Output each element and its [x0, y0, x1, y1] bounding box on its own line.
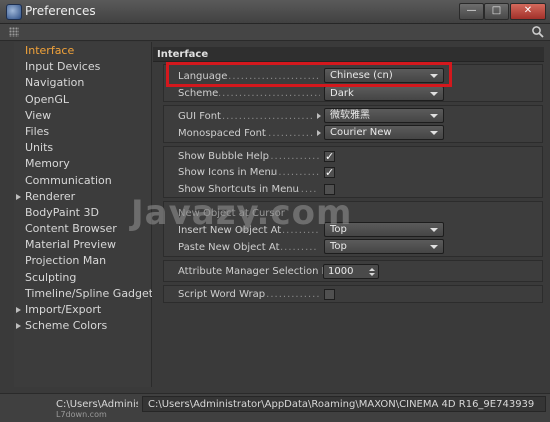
- sidebar-item-projection-man[interactable]: Projection Man: [14, 253, 151, 269]
- chevron-down-icon: [430, 228, 438, 232]
- gui-font-label: GUI Font: [178, 111, 221, 122]
- paste-new-object-value: Top: [330, 241, 347, 252]
- language-select[interactable]: Chinese (cn): [324, 68, 444, 83]
- show-icons-in-menu-checkbox[interactable]: ✓: [324, 167, 335, 178]
- show-bubble-help-checkbox[interactable]: ✓: [324, 151, 335, 162]
- leader-dots: ............: [264, 128, 314, 139]
- leader-dots: ........................: [224, 71, 320, 82]
- scheme-value: Dark: [330, 88, 354, 99]
- sidebar-item-timeline-spline-gadget[interactable]: Timeline/Spline Gadget: [14, 286, 153, 302]
- leader-dots: .......................: [222, 111, 314, 122]
- language-label: Language: [178, 71, 228, 82]
- leader-dots: ..........................: [218, 88, 320, 99]
- sidebar-item-opengl[interactable]: OpenGL: [14, 92, 151, 108]
- gui-font-value: 微软雅黑: [330, 110, 370, 121]
- sidebar-item-import-export[interactable]: Import/Export: [14, 302, 151, 318]
- chevron-down-icon: [430, 114, 438, 118]
- language-value: Chinese (cn): [330, 70, 393, 81]
- chevron-down-icon: [430, 131, 438, 135]
- chevron-down-icon: [430, 92, 438, 96]
- cinema4d-icon: [6, 4, 22, 20]
- sidebar-item-sculpting[interactable]: Sculpting: [14, 270, 151, 286]
- chevron-down-icon: [430, 74, 438, 78]
- paste-new-object-label: Paste New Object At: [178, 242, 280, 253]
- monospaced-font-select[interactable]: Courier New: [324, 125, 444, 140]
- search-icon[interactable]: [531, 25, 545, 39]
- expand-marker-icon[interactable]: [317, 130, 321, 136]
- sidebar-item-input-devices[interactable]: Input Devices: [14, 59, 151, 75]
- watermark: Javazy.com: [131, 193, 353, 233]
- monospaced-font-value: Courier New: [330, 127, 392, 138]
- maximize-button[interactable]: □: [484, 3, 509, 20]
- attribute-manager-selection-limit-label: Attribute Manager Selection Limit: [178, 266, 347, 277]
- leader-dots: .........: [280, 242, 318, 253]
- window-title: Preferences: [25, 4, 96, 18]
- preferences-path-field[interactable]: C:\Users\Administrator\AppData\Roaming\M…: [142, 396, 546, 412]
- scheme-label: Scheme: [178, 88, 219, 99]
- spin-up-icon[interactable]: [369, 268, 375, 271]
- paste-new-object-select[interactable]: Top: [324, 239, 444, 254]
- leader-dots: ............: [270, 167, 320, 178]
- script-word-wrap-checkbox[interactable]: [324, 289, 335, 300]
- close-button[interactable]: ✕: [510, 3, 546, 20]
- selection-limit-value: 1000: [328, 266, 354, 277]
- gui-font-select[interactable]: 微软雅黑: [324, 108, 444, 123]
- leader-dots: ..............: [262, 151, 320, 162]
- scheme-select[interactable]: Dark: [324, 86, 444, 101]
- sidebar-item-scheme-colors[interactable]: Scheme Colors: [14, 318, 151, 334]
- sidebar-item-material-preview[interactable]: Material Preview: [14, 237, 151, 253]
- leader-dots: ..............: [262, 289, 320, 300]
- script-word-wrap-label: Script Word Wrap: [178, 289, 266, 300]
- status-sub-watermark: L7down.com: [56, 410, 107, 419]
- attribute-manager-selection-limit-input[interactable]: 1000: [323, 264, 379, 279]
- chevron-down-icon: [430, 245, 438, 249]
- sidebar-item-navigation[interactable]: Navigation: [14, 75, 151, 91]
- sidebar-item-files[interactable]: Files: [14, 124, 151, 140]
- spin-down-icon[interactable]: [369, 273, 375, 276]
- sidebar-item-interface[interactable]: Interface: [14, 43, 151, 59]
- section-title: Interface: [153, 47, 544, 62]
- minimize-button[interactable]: —: [459, 3, 484, 20]
- grip-dots-icon[interactable]: [9, 27, 19, 37]
- toolbar: [0, 24, 550, 41]
- sidebar-item-memory[interactable]: Memory: [14, 156, 151, 172]
- sidebar-item-communication[interactable]: Communication: [14, 173, 151, 189]
- sidebar-item-view[interactable]: View: [14, 108, 151, 124]
- show-bubble-help-label: Show Bubble Help: [178, 151, 269, 162]
- sidebar-item-units[interactable]: Units: [14, 140, 151, 156]
- expand-marker-icon[interactable]: [317, 113, 321, 119]
- title-bar: Preferences — □ ✕: [0, 0, 550, 24]
- show-icons-in-menu-label: Show Icons in Menu: [178, 167, 278, 178]
- monospaced-font-label: Monospaced Font: [178, 128, 266, 139]
